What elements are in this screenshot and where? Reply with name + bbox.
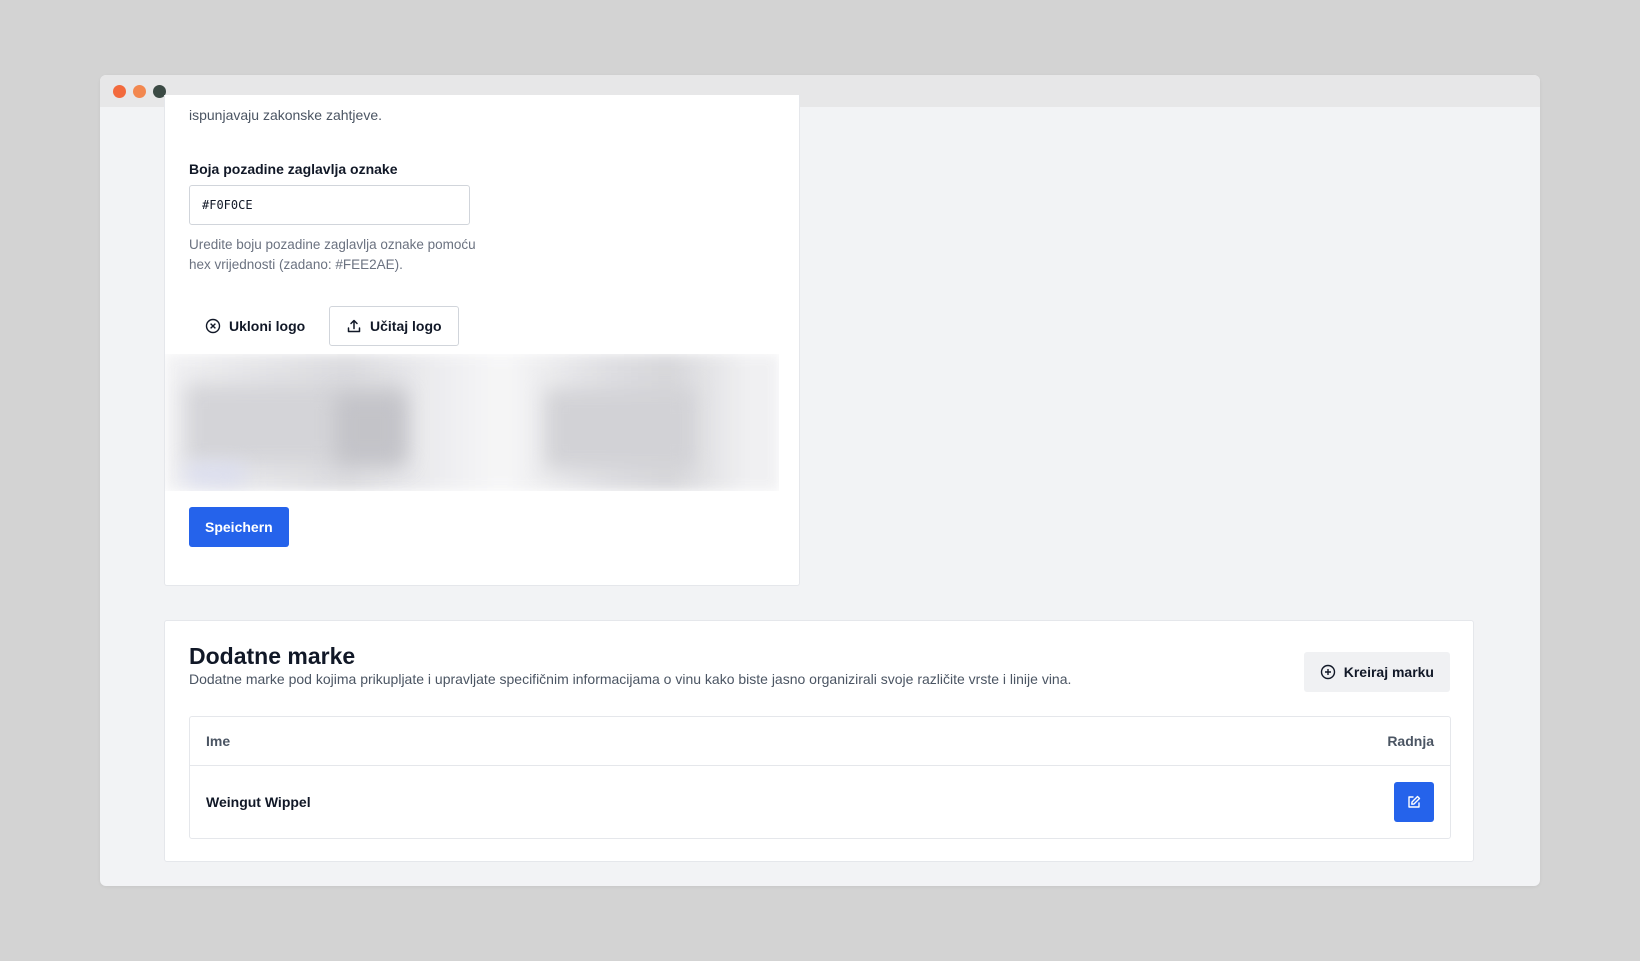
circle-plus-icon — [1320, 664, 1336, 680]
create-brand-button[interactable]: Kreiraj marku — [1303, 652, 1450, 692]
circle-x-icon — [205, 318, 221, 334]
app-window: ispunjavaju zakonske zahtjeve. Boja poza… — [100, 75, 1540, 886]
brands-table: Ime Radnja Weingut Wippel — [189, 716, 1451, 839]
window-close-button[interactable] — [113, 85, 126, 98]
edit-icon — [1406, 794, 1422, 810]
header-bg-color-label: Boja pozadine zaglavlja oznake — [189, 161, 398, 177]
brand-name-cell: Weingut Wippel — [206, 794, 311, 810]
header-bg-color-input[interactable] — [189, 185, 470, 225]
column-header-action: Radnja — [1387, 733, 1434, 749]
label-settings-card: ispunjavaju zakonske zahtjeve. Boja poza… — [164, 95, 800, 586]
additional-brands-card: Dodatne marke Dodatne marke pod kojima p… — [164, 620, 1474, 862]
column-header-name: Ime — [206, 733, 231, 749]
remove-logo-label: Ukloni logo — [229, 318, 306, 334]
window-minimize-button[interactable] — [133, 85, 146, 98]
upload-logo-label: Učitaj logo — [370, 318, 442, 334]
section-title: Dodatne marke — [189, 643, 356, 669]
save-button[interactable]: Speichern — [189, 507, 289, 547]
intro-text: ispunjavaju zakonske zahtjeve. — [189, 107, 383, 123]
header-bg-color-help: Uredite boju pozadine zaglavlja oznake p… — [189, 237, 476, 272]
create-brand-label: Kreiraj marku — [1343, 664, 1434, 680]
upload-logo-button[interactable]: Učitaj logo — [329, 306, 459, 346]
section-description: Dodatne marke pod kojima prikupljate i u… — [189, 671, 1072, 687]
upload-icon — [346, 318, 362, 334]
table-header: Ime Radnja — [190, 717, 1450, 766]
remove-logo-button[interactable]: Ukloni logo — [189, 306, 321, 346]
logo-preview-image — [165, 354, 779, 491]
table-row: Weingut Wippel — [190, 766, 1450, 838]
edit-brand-button[interactable] — [1394, 782, 1434, 822]
